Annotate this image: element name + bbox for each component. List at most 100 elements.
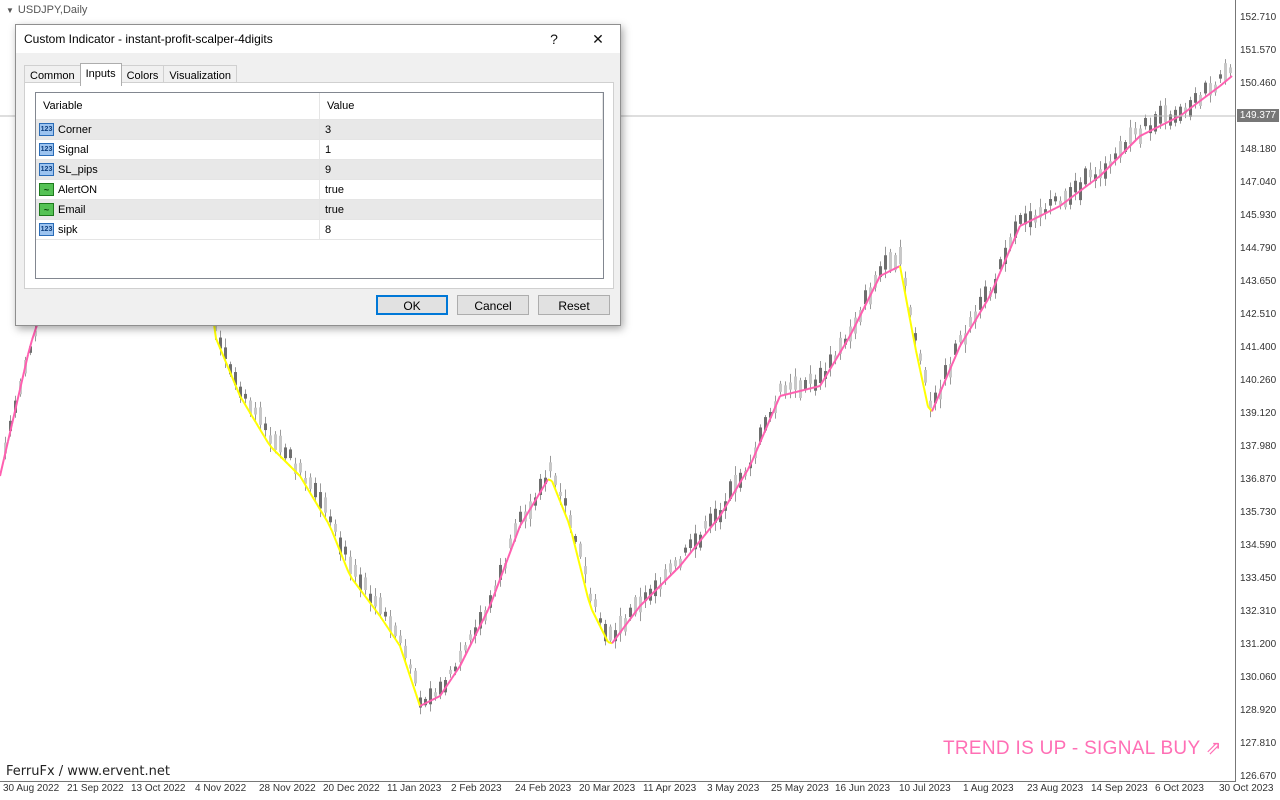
indicator-line-segment (1219, 81, 1225, 87)
table-row[interactable]: ~ AlertON true (36, 179, 603, 200)
inputs-grid[interactable]: Variable Value 123 Corner 3 123 Signal 1 123 SL… (35, 92, 604, 279)
date-tick-label: 23 Aug 2023 (1027, 783, 1084, 794)
indicator-line-segment (919, 369, 925, 389)
candle-body (1224, 63, 1227, 81)
candle-body (354, 564, 357, 577)
candle-body (379, 597, 382, 614)
candle-body (564, 498, 567, 506)
price-tick-label: 144.790 (1240, 243, 1277, 254)
price-tick-label: 137.980 (1240, 441, 1277, 452)
table-row[interactable]: 123 Signal 1 (36, 139, 603, 160)
indicator-line-segment (755, 442, 761, 453)
column-header-variable[interactable]: Variable (36, 93, 320, 120)
candle-body (704, 521, 707, 529)
date-tick-label: 20 Mar 2023 (579, 783, 636, 794)
variable-cell[interactable]: 123 SL_pips (36, 159, 320, 180)
variable-cell[interactable]: ~ Email (36, 199, 320, 220)
table-row[interactable]: 123 SL_pips 9 (36, 159, 603, 180)
close-button[interactable]: ✕ (576, 25, 620, 53)
value-cell[interactable]: 8 (319, 219, 603, 240)
candle-body (779, 383, 782, 392)
candle-body (689, 539, 692, 548)
variable-name: sipk (58, 223, 78, 236)
integer-icon: 123 (39, 163, 54, 176)
price-tick-label: 145.930 (1240, 210, 1277, 221)
boolean-icon: ~ (39, 203, 54, 216)
candle-body (959, 335, 962, 343)
indicator-line-segment (683, 555, 689, 562)
chart-symbol-label: USDJPY,Daily (17, 4, 88, 16)
table-header-row: Variable Value (36, 93, 603, 120)
candle-body (399, 635, 402, 644)
indicator-line-segment (279, 455, 285, 461)
price-tick-label: 127.810 (1240, 738, 1277, 749)
indicator-line-segment (0, 458, 5, 477)
indicator-line-segment (1055, 205, 1061, 209)
indicator-line-segment (1107, 163, 1113, 169)
column-header-value[interactable]: Value (319, 93, 603, 120)
candle-body (1064, 190, 1067, 208)
indicator-line-segment (299, 475, 305, 484)
candle-body (344, 546, 347, 555)
candle-body (319, 492, 322, 509)
ok-button[interactable]: OK (376, 295, 448, 315)
variable-cell[interactable]: ~ AlertON (36, 179, 320, 200)
table-row[interactable]: ~ Email true (36, 199, 603, 220)
candle-body (549, 462, 552, 472)
indicator-line-segment (275, 451, 281, 457)
variable-cell[interactable]: 123 sipk (36, 219, 320, 240)
cancel-button[interactable]: Cancel (457, 295, 529, 315)
candle-body (309, 477, 312, 489)
integer-icon: 123 (39, 123, 54, 136)
candle-body (269, 435, 272, 444)
inputs-table: Variable Value 123 Corner 3 123 Signal 1 123 SL… (36, 93, 603, 240)
price-tick-label: 134.590 (1240, 540, 1277, 551)
indicator-line-segment (287, 463, 293, 469)
dialog-titlebar[interactable]: Custom Indicator - instant-profit-scalpe… (16, 25, 620, 53)
value-cell[interactable]: 9 (319, 159, 603, 180)
candle-body (579, 543, 582, 557)
candle-body (299, 462, 302, 473)
price-tick-label: 128.920 (1240, 705, 1277, 716)
indicator-line-segment (1083, 184, 1089, 189)
date-tick-label: 4 Nov 2022 (195, 783, 247, 794)
price-tick-label: 151.570 (1240, 45, 1277, 56)
value-cell[interactable]: true (319, 179, 603, 200)
indicator-line-segment (1227, 75, 1233, 81)
tab-inputs[interactable]: Inputs (79, 63, 122, 86)
indicator-line-segment (1127, 143, 1133, 149)
price-tick-label: 140.260 (1240, 375, 1277, 386)
indicator-line-segment (1203, 94, 1209, 99)
help-button[interactable]: ? (532, 25, 576, 53)
candle-body (1204, 82, 1207, 94)
candle-body (819, 367, 822, 383)
candle-body (1194, 93, 1197, 103)
variable-cell[interactable]: 123 Signal (36, 139, 320, 160)
indicator-line-segment (951, 354, 957, 366)
table-row[interactable]: 123 Corner 3 (36, 119, 603, 140)
price-tick-label: 139.120 (1240, 408, 1277, 419)
indicator-line-segment (667, 573, 673, 579)
variable-cell[interactable]: 123 Corner (36, 119, 320, 140)
price-tick-label: 133.450 (1240, 573, 1277, 584)
chart-title: ▼ USDJPY,Daily (6, 4, 87, 16)
indicator-line-segment (295, 471, 301, 477)
candle-body (1019, 215, 1022, 224)
value-cell[interactable]: true (319, 199, 603, 220)
candle-body (559, 491, 562, 496)
candle-body (364, 577, 367, 590)
dialog-title: Custom Indicator - instant-profit-scalpe… (24, 32, 273, 46)
table-row[interactable]: 123 sipk 8 (36, 219, 603, 240)
indicator-line-segment (263, 435, 269, 444)
indicator-line-segment (15, 389, 21, 407)
candle-body (1159, 105, 1162, 124)
candle-body (434, 692, 437, 697)
candle-body (469, 634, 472, 641)
candle-body (334, 523, 337, 532)
reset-button[interactable]: Reset (538, 295, 610, 315)
chart-menu-triangle-icon[interactable]: ▼ (6, 6, 14, 15)
candle-body (1144, 118, 1147, 127)
candle-body (979, 296, 982, 310)
value-cell[interactable]: 1 (319, 139, 603, 160)
value-cell[interactable]: 3 (319, 119, 603, 140)
